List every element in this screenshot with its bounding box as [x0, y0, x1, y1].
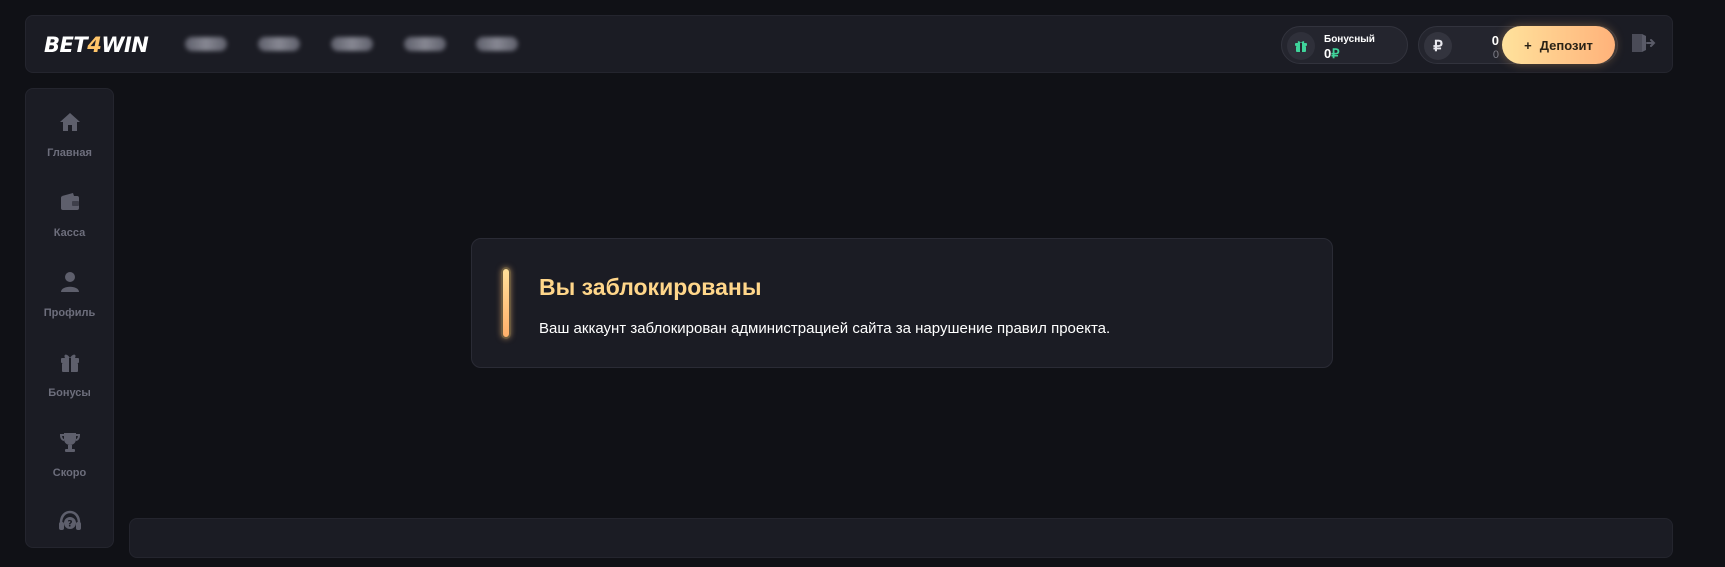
svg-text:?: ? — [67, 520, 72, 530]
bottom-panel — [129, 518, 1673, 558]
gift-icon — [1287, 32, 1315, 60]
nav-link-blurred-4[interactable] — [404, 37, 446, 51]
sidebar-item-label: Скоро — [52, 467, 87, 479]
logout-button[interactable] — [1629, 31, 1657, 59]
nav-link-blurred-5[interactable] — [476, 37, 518, 51]
home-icon — [57, 109, 83, 135]
deposit-button-label: Депозит — [1539, 37, 1593, 53]
wallet-icon — [57, 189, 83, 215]
logo-text-win: WIN — [101, 33, 149, 57]
alert-title: Вы заблокированы — [539, 274, 762, 300]
blocked-alert: Вы заблокированы Ваш аккаунт заблокирова… — [471, 238, 1333, 368]
bonus-label: Бонусный — [1324, 34, 1375, 45]
bonus-balance[interactable]: Бонусный 0₽ — [1281, 26, 1408, 64]
gift-icon — [57, 349, 83, 375]
logo-text-bet: BET — [44, 33, 88, 57]
sidebar-item-bonuses[interactable]: Бонусы — [26, 335, 113, 407]
site-logo[interactable]: BET4WIN — [44, 33, 149, 57]
balance-main-value: 0 — [1491, 33, 1499, 48]
deposit-button[interactable]: + Депозит — [1502, 26, 1615, 64]
trophy-icon — [57, 429, 83, 455]
balance-sub-value: 0 — [1492, 49, 1499, 61]
sidebar: Главная Касса Профиль Бонусы Скоро ? — [25, 88, 114, 548]
sidebar-item-home[interactable]: Главная — [26, 95, 113, 167]
user-icon — [57, 269, 83, 295]
sidebar-item-label: Бонусы — [48, 387, 91, 399]
nav-link-blurred-3[interactable] — [331, 37, 373, 51]
alert-accent-bar — [501, 267, 511, 339]
alert-message: Ваш аккаунт заблокирован администрацией … — [539, 320, 1111, 337]
bonus-currency: ₽ — [1331, 46, 1340, 61]
sidebar-item-label: Главная — [47, 147, 92, 159]
nav-link-blurred-1[interactable] — [185, 37, 227, 51]
sidebar-item-soon[interactable]: Скоро — [26, 415, 113, 487]
bonus-amount: 0₽ — [1324, 46, 1340, 62]
plus-icon: + — [1524, 37, 1532, 53]
logo-text-four: 4 — [87, 33, 102, 57]
top-header: BET4WIN Бонусный 0₽ ₽ 0 0 + Депозит — [25, 15, 1673, 73]
ruble-icon: ₽ — [1424, 32, 1452, 60]
sidebar-item-label: Профиль — [43, 307, 96, 319]
sidebar-item-cashier[interactable]: Касса — [26, 175, 113, 247]
sidebar-item-profile[interactable]: Профиль — [26, 255, 113, 327]
sidebar-item-label: Касса — [53, 227, 86, 239]
logout-icon — [1630, 32, 1656, 59]
sidebar-item-support[interactable]: ? — [26, 495, 113, 567]
nav-link-blurred-2[interactable] — [258, 37, 300, 51]
support-icon: ? — [57, 509, 83, 535]
